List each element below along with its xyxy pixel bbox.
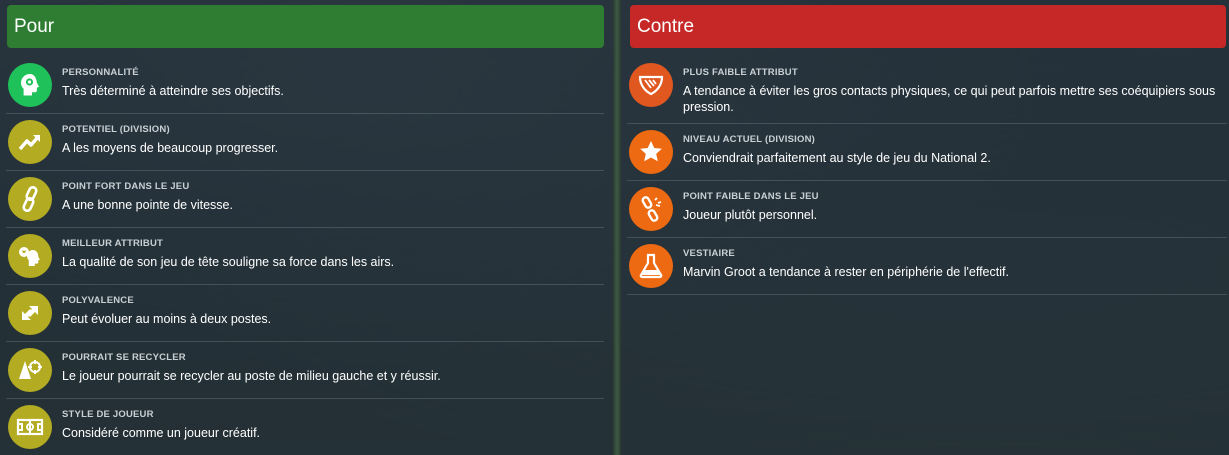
item-label: NIVEAU ACTUEL (DIVISION) (683, 134, 816, 145)
list-item[interactable]: PERSONNALITÉ Très déterminé à atteindre … (6, 57, 604, 114)
head-target-icon (8, 63, 52, 107)
item-label: POINT FAIBLE DANS LE JEU (683, 191, 819, 202)
item-label: STYLE DE JOUEUR (62, 409, 154, 420)
chain-link-icon (8, 177, 52, 221)
swap-arrows-icon (8, 291, 52, 335)
item-text: Peut évoluer au moins à deux postes. (62, 312, 272, 326)
cons-list: PLUS FAIBLE ATTRIBUT A tendance à éviter… (627, 57, 1227, 295)
item-text: Le joueur pourrait se recycler au poste … (62, 369, 441, 383)
pros-panel: Pour PERSONNALITÉ Très déterminé à attei… (0, 0, 613, 455)
list-item[interactable]: POINT FORT DANS LE JEU A une bonne point… (6, 171, 604, 228)
item-text: Très déterminé à atteindre ses objectifs… (62, 84, 284, 98)
star-icon (629, 130, 673, 174)
trend-up-icon (8, 120, 52, 164)
item-label: POINT FORT DANS LE JEU (62, 181, 190, 192)
ball-head-icon (8, 234, 52, 278)
item-label: POTENTIEL (DIVISION) (62, 124, 170, 135)
list-item[interactable]: POLYVALENCE Peut évoluer au moins à deux… (6, 285, 604, 342)
item-text: A tendance à éviter les gros contacts ph… (683, 84, 1216, 114)
cone-target-icon (8, 348, 52, 392)
item-label: POURRAIT SE RECYCLER (62, 352, 186, 363)
pitch-icon (8, 405, 52, 449)
item-text: La qualité de son jeu de tête souligne s… (62, 255, 395, 269)
pros-list: PERSONNALITÉ Très déterminé à atteindre … (6, 57, 604, 455)
list-item[interactable]: POTENTIEL (DIVISION) A les moyens de bea… (6, 114, 604, 171)
item-label: POLYVALENCE (62, 295, 134, 306)
cons-title: Contre (637, 15, 695, 37)
item-label: MEILLEUR ATTRIBUT (62, 238, 164, 249)
item-text: A une bonne pointe de vitesse. (62, 198, 233, 212)
item-label: PERSONNALITÉ (62, 67, 139, 78)
cons-header: Contre (630, 5, 1226, 48)
item-text: Conviendrait parfaitement au style de je… (683, 151, 991, 165)
list-item[interactable]: MEILLEUR ATTRIBUT La qualité de son jeu … (6, 228, 604, 285)
pros-header: Pour (7, 5, 604, 48)
shield-stripes-icon (629, 63, 673, 107)
item-text: Considéré comme un joueur créatif. (62, 426, 261, 440)
list-item[interactable]: POINT FAIBLE DANS LE JEU Joueur plutôt p… (627, 181, 1227, 238)
item-text: Marvin Groot a tendance à rester en péri… (683, 265, 1009, 279)
item-label: PLUS FAIBLE ATTRIBUT (683, 67, 798, 78)
pros-title: Pour (14, 15, 55, 37)
list-item[interactable]: PLUS FAIBLE ATTRIBUT A tendance à éviter… (627, 57, 1227, 124)
item-text: Joueur plutôt personnel. (683, 208, 818, 222)
broken-link-icon (629, 187, 673, 231)
item-label: VESTIAIRE (683, 248, 735, 259)
list-item[interactable]: STYLE DE JOUEUR Considéré comme un joueu… (6, 399, 604, 455)
panel-divider (613, 0, 621, 455)
flask-icon (629, 244, 673, 288)
item-text: A les moyens de beaucoup progresser. (62, 141, 279, 155)
list-item[interactable]: POURRAIT SE RECYCLER Le joueur pourrait … (6, 342, 604, 399)
list-item[interactable]: VESTIAIRE Marvin Groot a tendance à rest… (627, 238, 1227, 295)
list-item[interactable]: NIVEAU ACTUEL (DIVISION) Conviendrait pa… (627, 124, 1227, 181)
cons-panel: Contre PLUS FAIBLE ATTRIBUT A tendance à… (621, 0, 1229, 455)
